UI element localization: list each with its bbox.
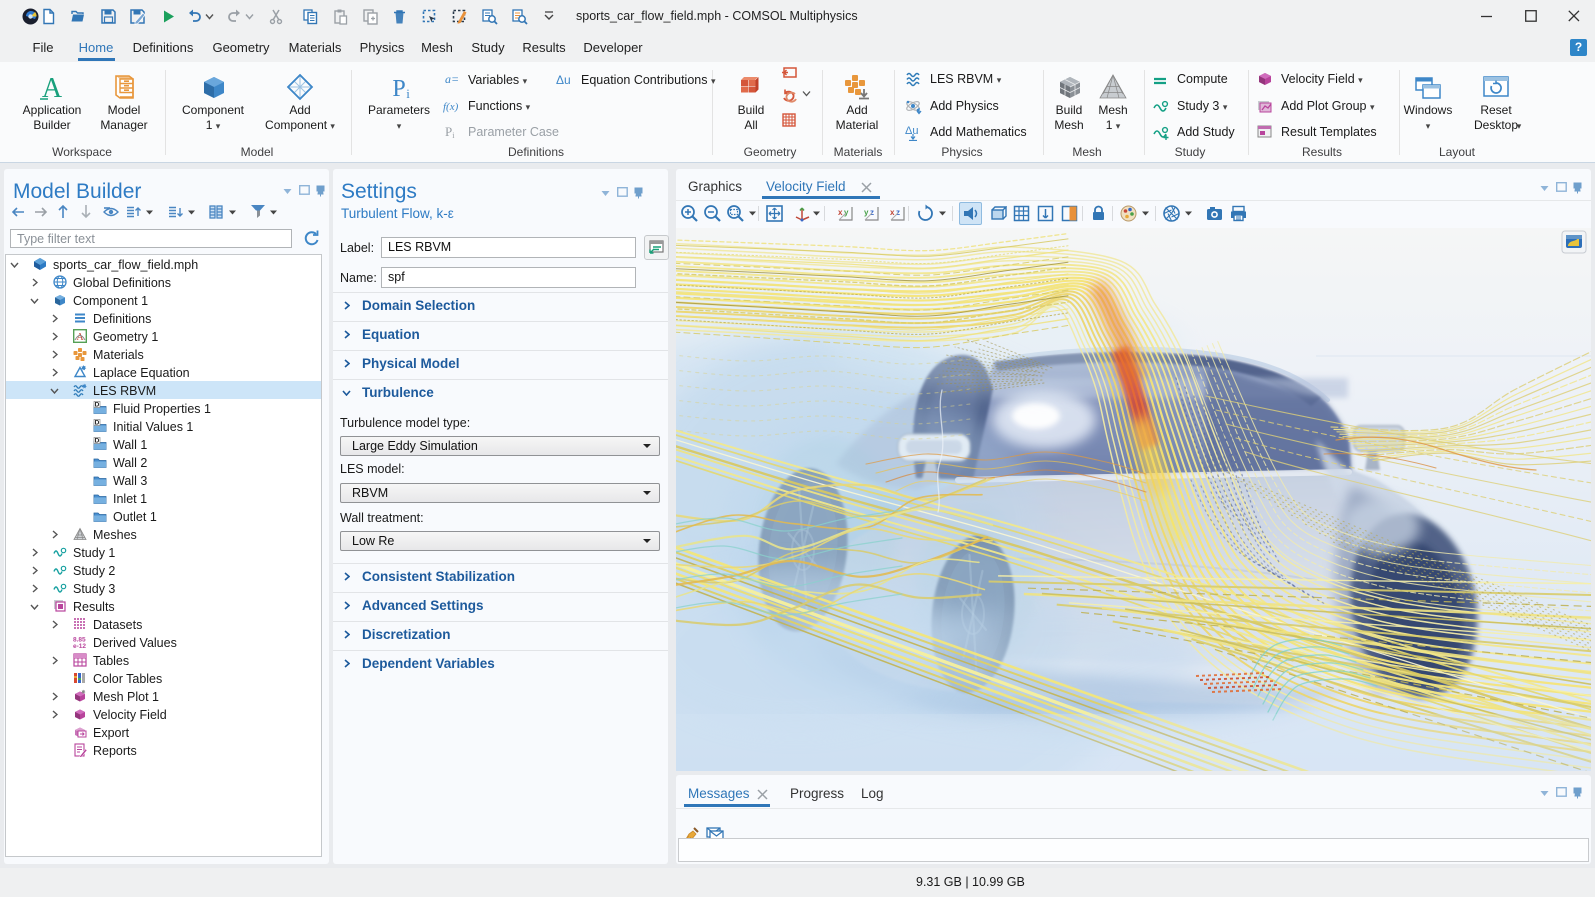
svg-text:e-12: e-12 (73, 643, 86, 649)
svg-text:y: y (844, 208, 849, 217)
svg-text:x: x (838, 208, 843, 217)
svg-text:y: y (864, 208, 869, 217)
svg-text:A: A (42, 73, 63, 102)
svg-text:D: D (95, 438, 100, 445)
svg-text:a=: a= (445, 72, 459, 86)
svg-text:z: z (870, 208, 874, 217)
svg-text:f(x): f(x) (443, 101, 459, 113)
svg-text:D: D (95, 402, 100, 409)
svg-text:Δu: Δu (556, 73, 571, 87)
svg-text:Δu: Δu (905, 125, 918, 137)
svg-text:P: P (392, 76, 405, 102)
svg-text:x: x (890, 208, 895, 217)
svg-text:i: i (406, 86, 410, 101)
svg-text:Pi: Pi (445, 124, 455, 140)
svg-text:D: D (95, 420, 100, 427)
svg-text:z: z (896, 208, 900, 217)
